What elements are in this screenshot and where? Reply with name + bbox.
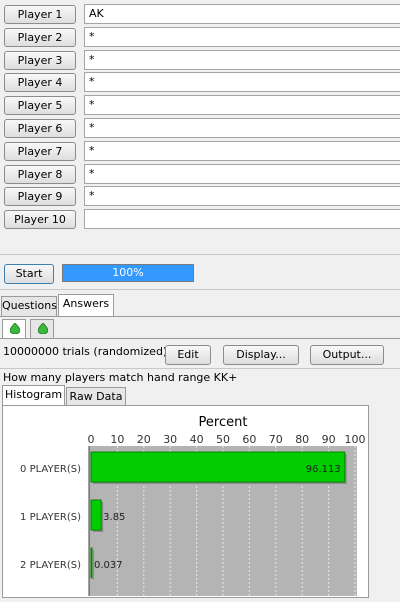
- x-tick-label: 80: [295, 433, 309, 446]
- player-7-range-input[interactable]: *: [84, 140, 400, 161]
- answer-tab-2[interactable]: [30, 319, 54, 338]
- category-label: 1 PLAYER(S): [20, 512, 81, 523]
- divider: [0, 289, 400, 290]
- player-10-button[interactable]: Player 10: [4, 210, 76, 230]
- x-tick-label: 50: [216, 433, 230, 446]
- player-8-range-input[interactable]: *: [84, 163, 400, 184]
- tab-answers[interactable]: Answers: [58, 294, 114, 316]
- chart-title: Percent: [199, 415, 248, 430]
- player-6-range-input[interactable]: *: [84, 118, 400, 138]
- player-1-range-input[interactable]: AK: [84, 4, 400, 24]
- x-tick-label: 100: [345, 433, 366, 446]
- category-label: 2 PLAYER(S): [20, 560, 81, 571]
- bar: [90, 499, 102, 531]
- output-button[interactable]: Output...: [310, 345, 384, 365]
- progress-text: 100%: [112, 266, 144, 279]
- player-6-button[interactable]: Player 6: [4, 119, 76, 138]
- player-10-range-input[interactable]: [84, 209, 400, 230]
- bar-value-label: 96.113: [306, 464, 341, 475]
- display-button[interactable]: Display...: [223, 345, 299, 365]
- drop-icon: [38, 323, 48, 334]
- player-4-range-input[interactable]: *: [84, 72, 400, 93]
- bar-value-label: 0.037: [94, 560, 123, 571]
- tab-histogram[interactable]: Histogram: [2, 385, 65, 406]
- player-8-button[interactable]: Player 8: [4, 164, 76, 184]
- bar-value-label: 3.85: [103, 512, 125, 523]
- tab-line: [0, 338, 400, 339]
- drop-icon: [10, 323, 20, 334]
- player-7-button[interactable]: Player 7: [4, 141, 76, 161]
- histogram-chart: Percent 0 10 20 30 40 50 60 70 80 90 100 0 PLAYER(…: [20, 415, 366, 596]
- tab-questions[interactable]: Questions: [1, 296, 57, 316]
- player-5-range-input[interactable]: *: [84, 95, 400, 116]
- x-tick-label: 70: [269, 433, 283, 446]
- start-button[interactable]: Start: [4, 264, 54, 284]
- player-4-button[interactable]: Player 4: [4, 73, 76, 93]
- divider: [0, 254, 400, 255]
- tab-raw-data[interactable]: Raw Data: [66, 387, 126, 406]
- player-2-button[interactable]: Player 2: [4, 27, 76, 47]
- player-2-range-input[interactable]: *: [84, 26, 400, 47]
- x-tick-label: 20: [137, 433, 151, 446]
- x-tick-label: 10: [110, 433, 124, 446]
- player-9-range-input[interactable]: *: [84, 186, 400, 207]
- player-3-button[interactable]: Player 3: [4, 50, 76, 70]
- player-1-button[interactable]: Player 1: [4, 5, 76, 24]
- x-tick-label: 0: [88, 433, 95, 446]
- question-text: How many players match hand range KK+: [3, 371, 238, 384]
- player-9-button[interactable]: Player 9: [4, 187, 76, 207]
- tab-line: [0, 316, 400, 317]
- histogram-panel: Percent 0 10 20 30 40 50 60 70 80 90 100 0 PLAYER(…: [2, 405, 369, 598]
- x-tick-label: 40: [190, 433, 204, 446]
- edit-button[interactable]: Edit: [165, 345, 211, 365]
- player-3-range-input[interactable]: *: [84, 49, 400, 70]
- x-tick-label: 60: [242, 433, 256, 446]
- progress-bar: 100%: [62, 264, 194, 282]
- bar: [90, 547, 93, 579]
- player-5-button[interactable]: Player 5: [4, 96, 76, 116]
- x-tick-label: 90: [322, 433, 336, 446]
- trials-text: 10000000 trials (randomized): [3, 345, 168, 358]
- divider: [0, 368, 400, 369]
- x-tick-label: 30: [163, 433, 177, 446]
- category-label: 0 PLAYER(S): [20, 464, 81, 475]
- answer-tab-1[interactable]: [2, 319, 26, 338]
